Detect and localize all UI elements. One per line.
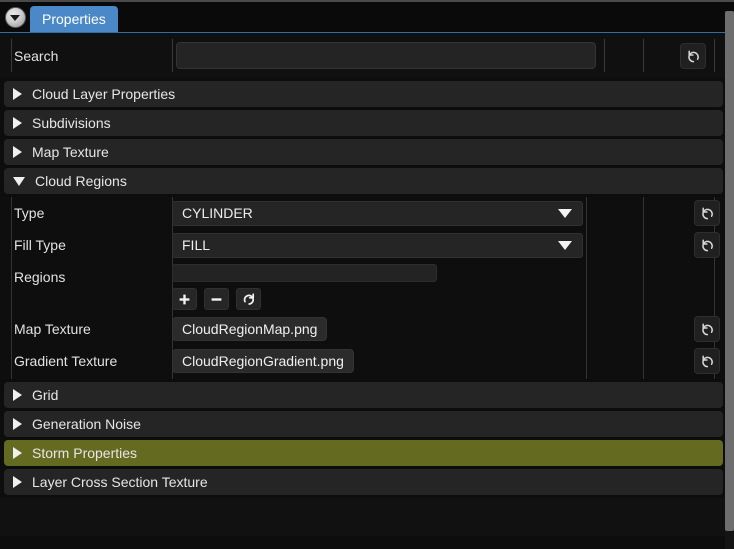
- map-texture-revert-button[interactable]: [694, 316, 720, 342]
- row-gradient-texture: Gradient Texture CloudRegionGradient.png: [0, 345, 734, 377]
- properties-panel: Properties Search Cloud Layer Properties…: [0, 0, 734, 549]
- minus-icon: [211, 297, 222, 301]
- section-map-texture[interactable]: Map Texture: [4, 139, 723, 165]
- vertical-scrollbar[interactable]: [725, 11, 734, 549]
- tab-properties-label: Properties: [42, 11, 106, 27]
- section-label: Cloud Layer Properties: [32, 86, 176, 102]
- fill-type-dropdown[interactable]: FILL: [172, 232, 583, 258]
- row-fill-type: Fill Type FILL: [0, 229, 734, 261]
- chevron-right-icon: [13, 389, 22, 401]
- search-row: Search: [0, 33, 734, 78]
- regions-reset-button[interactable]: [236, 288, 261, 310]
- section-storm-properties[interactable]: Storm Properties: [4, 440, 723, 466]
- type-revert-button[interactable]: [694, 200, 720, 226]
- regions-remove-button[interactable]: [204, 288, 229, 310]
- chevron-right-icon: [13, 447, 22, 459]
- row-regions-label: Regions: [14, 269, 66, 285]
- tab-bar: Properties: [0, 0, 734, 33]
- row-type: Type CYLINDER: [0, 197, 734, 229]
- section-label: Map Texture: [32, 144, 109, 160]
- cloud-regions-body: Type CYLINDER Fill Type FILL Regions Map…: [0, 197, 734, 379]
- chevron-down-icon: [558, 208, 572, 218]
- chevron-right-icon: [13, 418, 22, 430]
- row-type-label: Type: [14, 205, 45, 221]
- chevron-right-icon: [13, 146, 22, 158]
- regions-add-button[interactable]: [172, 288, 197, 310]
- regions-array-field[interactable]: [172, 264, 437, 282]
- gradient-texture-value[interactable]: CloudRegionGradient.png: [172, 349, 354, 373]
- section-cloud-layer-properties[interactable]: Cloud Layer Properties: [4, 81, 723, 107]
- scrollbar-thumb[interactable]: [725, 11, 734, 531]
- dropdown-circle-icon: [4, 6, 26, 28]
- chevron-down-icon: [558, 240, 572, 250]
- tab-properties[interactable]: Properties: [30, 6, 118, 32]
- search-label: Search: [14, 47, 59, 64]
- section-label: Subdivisions: [32, 115, 111, 131]
- map-texture-value[interactable]: CloudRegionMap.png: [172, 317, 328, 341]
- plus-icon: [179, 294, 190, 304]
- empty-area: [0, 498, 734, 536]
- row-fill-type-label: Fill Type: [14, 237, 66, 253]
- section-label: Cloud Regions: [35, 173, 127, 189]
- chevron-right-icon: [13, 117, 22, 129]
- revert-arrow-icon: [701, 238, 713, 251]
- revert-arrow-icon: [701, 206, 713, 219]
- panel-menu-button[interactable]: [2, 5, 28, 29]
- fill-type-dropdown-value: FILL: [182, 237, 211, 253]
- section-label: Grid: [32, 387, 59, 403]
- divider: [604, 39, 605, 72]
- section-label: Layer Cross Section Texture: [32, 474, 208, 490]
- search-revert-button[interactable]: [680, 43, 706, 69]
- section-generation-noise[interactable]: Generation Noise: [4, 411, 723, 437]
- divider: [172, 39, 173, 72]
- gradient-texture-revert-button[interactable]: [694, 348, 720, 374]
- revert-arrow-icon: [701, 354, 713, 367]
- revert-arrow-icon: [687, 49, 699, 62]
- divider: [643, 39, 644, 72]
- row-map-texture-label: Map Texture: [14, 321, 91, 337]
- section-label: Storm Properties: [32, 445, 138, 461]
- chevron-down-icon: [13, 176, 25, 186]
- fill-type-revert-button[interactable]: [694, 232, 720, 258]
- section-subdivisions[interactable]: Subdivisions: [4, 110, 723, 136]
- search-input[interactable]: [176, 42, 596, 69]
- divider: [714, 39, 715, 72]
- divider: [11, 39, 12, 72]
- section-layer-cross-section-texture[interactable]: Layer Cross Section Texture: [4, 469, 723, 495]
- chevron-right-icon: [13, 88, 22, 100]
- chevron-right-icon: [13, 476, 22, 488]
- type-dropdown-value: CYLINDER: [182, 205, 253, 221]
- section-label: Generation Noise: [32, 416, 141, 432]
- row-map-texture: Map Texture CloudRegionMap.png: [0, 313, 734, 345]
- row-regions: Regions: [0, 261, 734, 313]
- row-gradient-texture-label: Gradient Texture: [14, 353, 118, 369]
- section-cloud-regions[interactable]: Cloud Regions: [4, 168, 723, 194]
- refresh-icon: [243, 293, 254, 305]
- section-grid[interactable]: Grid: [4, 382, 723, 408]
- type-dropdown[interactable]: CYLINDER: [172, 200, 583, 226]
- revert-arrow-icon: [701, 322, 713, 335]
